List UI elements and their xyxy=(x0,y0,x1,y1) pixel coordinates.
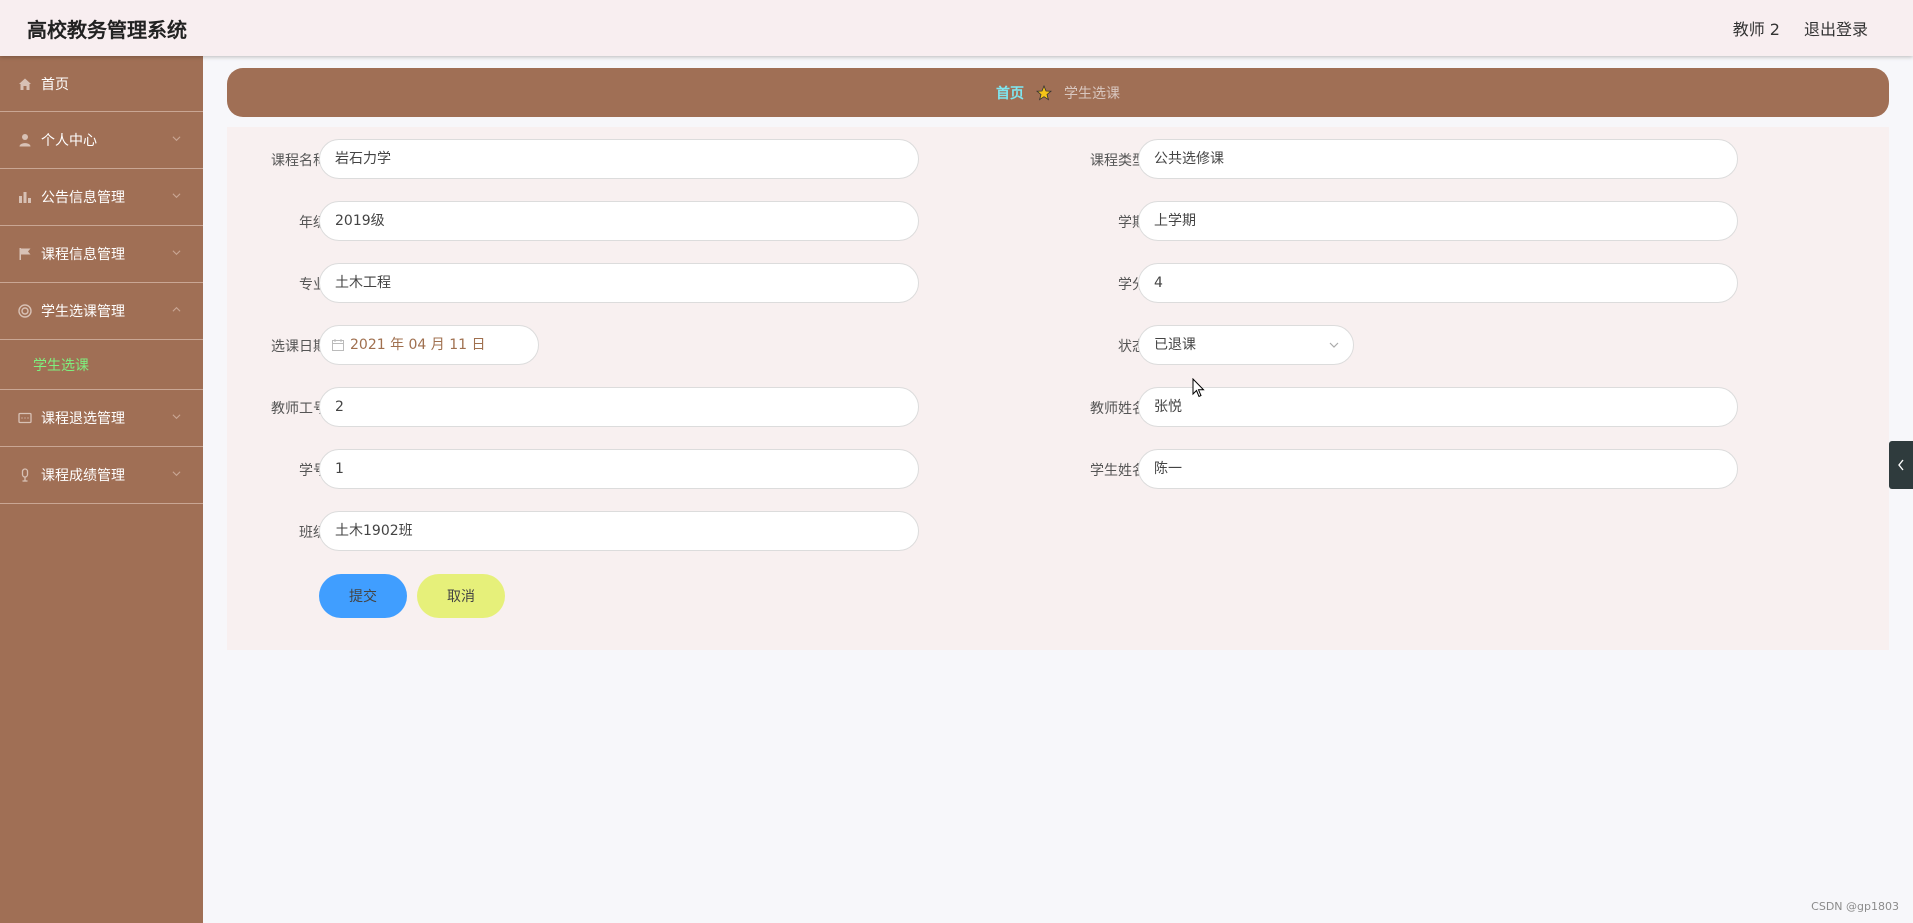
chevron-down-icon xyxy=(172,250,181,256)
app-title: 高校教务管理系统 xyxy=(27,18,187,42)
status-label: 状态 xyxy=(1118,339,1146,355)
course-type-label: 课程类型 xyxy=(1090,153,1146,169)
sidebar: 首页 个人中心 公告信息管理 课程信息管理 学生选课管理 学生选课 课程退选管理 xyxy=(0,56,203,923)
form-panel: 课程名称 岩石力学 年级 2019级 专业 土木工程 选课日期 2021 年 0… xyxy=(227,127,1889,650)
status-value: 已退课 xyxy=(1154,337,1196,353)
header-actions: 教师 2 退出登录 xyxy=(1733,16,1868,40)
sidebar-item-grades[interactable]: 课程成绩管理 xyxy=(0,447,203,504)
major-input[interactable]: 土木工程 xyxy=(319,263,919,303)
chevron-down-icon xyxy=(1329,342,1339,348)
home-icon xyxy=(18,77,32,91)
sidebar-item-courses[interactable]: 课程信息管理 xyxy=(0,226,203,283)
credit-label: 学分 xyxy=(1118,277,1146,293)
major-label: 专业 xyxy=(299,277,327,293)
teacher-id-input[interactable]: 2 xyxy=(319,387,919,427)
sidebar-item-label: 学生选课管理 xyxy=(41,304,125,320)
teacher-name-input[interactable]: 张悦 xyxy=(1138,387,1738,427)
credit-input[interactable]: 4 xyxy=(1138,263,1738,303)
user-icon xyxy=(18,133,32,147)
grade-input[interactable]: 2019级 xyxy=(319,201,919,241)
breadcrumb-current: 学生选课 xyxy=(1064,85,1120,102)
mouse-cursor-icon xyxy=(1192,378,1205,398)
breadcrumb-home[interactable]: 首页 xyxy=(996,83,1024,103)
grade-label: 年级 xyxy=(299,215,327,231)
teacher-id-label: 教师工号 xyxy=(271,401,327,417)
status-select[interactable]: 已退课 xyxy=(1138,325,1354,365)
watermark: CSDN @gp1803 xyxy=(1811,900,1899,913)
star-icon xyxy=(1036,84,1052,101)
sidebar-item-label: 首页 xyxy=(41,76,69,93)
target-icon xyxy=(18,304,32,318)
flag-icon xyxy=(18,247,32,261)
class-input[interactable]: 土木1902班 xyxy=(319,511,919,551)
sidebar-item-profile[interactable]: 个人中心 xyxy=(0,112,203,169)
collapse-toggle[interactable] xyxy=(1889,441,1913,489)
sidebar-item-label: 个人中心 xyxy=(41,133,97,149)
course-name-input[interactable]: 岩石力学 xyxy=(319,139,919,179)
sidebar-item-withdrawal[interactable]: 课程退选管理 xyxy=(0,390,203,447)
student-name-input[interactable]: 陈一 xyxy=(1138,449,1738,489)
course-name-label: 课程名称 xyxy=(271,153,327,169)
message-icon xyxy=(18,411,32,425)
current-user[interactable]: 教师 2 xyxy=(1733,16,1780,40)
sidebar-subitem-student-selection[interactable]: 学生选课 xyxy=(0,340,203,390)
top-header: 高校教务管理系统 教师 2 退出登录 xyxy=(0,0,1913,56)
date-label: 选课日期 xyxy=(271,339,327,355)
breadcrumb: 首页 学生选课 xyxy=(227,68,1889,117)
teacher-name-label: 教师姓名 xyxy=(1090,401,1146,417)
student-id-label: 学号 xyxy=(299,463,327,479)
sidebar-item-label: 课程信息管理 xyxy=(41,247,125,263)
sidebar-item-home[interactable]: 首页 xyxy=(0,56,203,112)
student-id-input[interactable]: 1 xyxy=(319,449,919,489)
microphone-icon xyxy=(18,468,32,482)
bar-chart-icon xyxy=(18,190,32,204)
chevron-down-icon xyxy=(172,471,181,477)
student-name-label: 学生姓名 xyxy=(1090,463,1146,479)
semester-label: 学期 xyxy=(1118,215,1146,231)
date-picker[interactable]: 2021 年 04 月 11 日 xyxy=(319,325,539,365)
logout-link[interactable]: 退出登录 xyxy=(1804,16,1868,40)
sidebar-item-selection[interactable]: 学生选课管理 xyxy=(0,283,203,340)
cancel-button[interactable]: 取消 xyxy=(417,574,505,618)
class-label: 班级 xyxy=(299,525,327,541)
sidebar-item-label: 课程退选管理 xyxy=(41,411,125,427)
date-value: 2021 年 04 月 11 日 xyxy=(350,337,486,353)
chevron-down-icon xyxy=(172,414,181,420)
chevron-up-icon xyxy=(172,306,181,312)
sidebar-item-label: 课程成绩管理 xyxy=(41,468,125,484)
sidebar-item-notices[interactable]: 公告信息管理 xyxy=(0,169,203,226)
semester-input[interactable]: 上学期 xyxy=(1138,201,1738,241)
submit-button[interactable]: 提交 xyxy=(319,574,407,618)
chevron-down-icon xyxy=(172,193,181,199)
sidebar-item-label: 公告信息管理 xyxy=(41,190,125,206)
course-type-input[interactable]: 公共选修课 xyxy=(1138,139,1738,179)
chevron-down-icon xyxy=(172,136,181,142)
calendar-icon xyxy=(332,339,344,351)
chevron-left-icon xyxy=(1898,459,1904,471)
